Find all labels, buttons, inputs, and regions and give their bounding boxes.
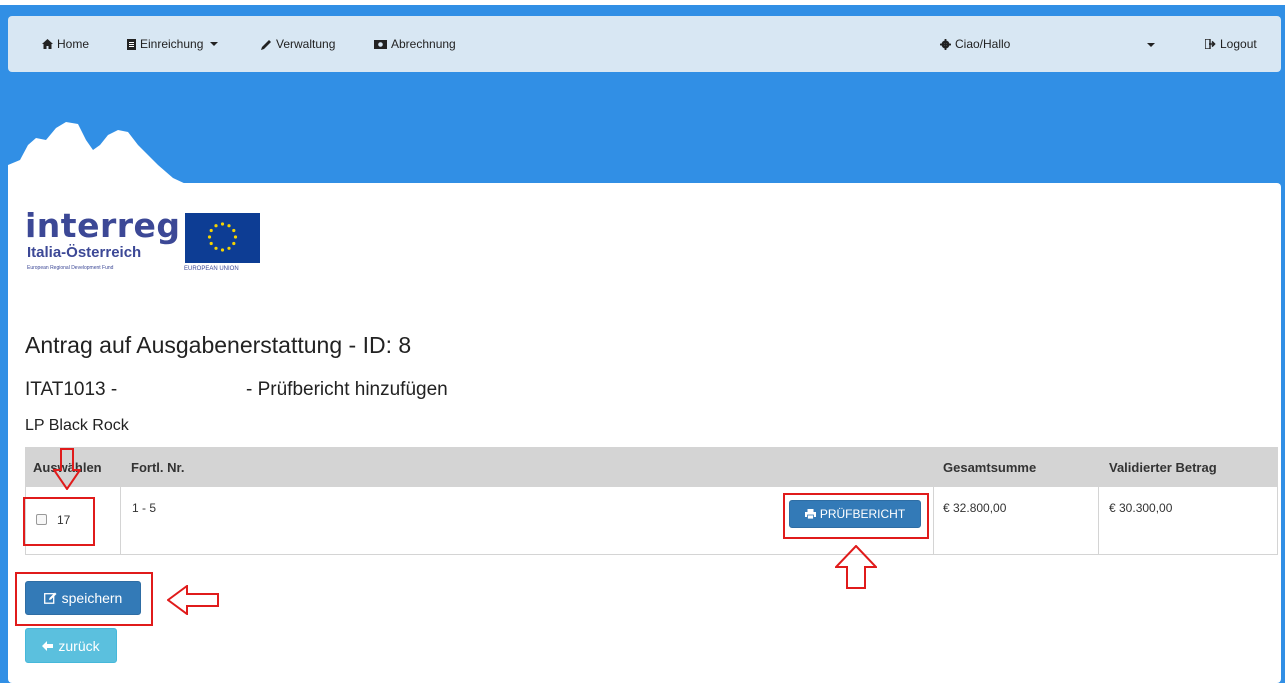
chevron-down-icon [210, 42, 219, 46]
pencil-icon [261, 39, 271, 50]
nav-verwaltung[interactable]: Verwaltung [261, 37, 335, 51]
logo-fund: European Regional Development Fund [27, 265, 114, 271]
money-icon [374, 39, 387, 49]
mountain-silhouette-icon [8, 122, 198, 190]
annotation-arrow-up-icon [835, 545, 877, 589]
nav-home-label: Home [57, 37, 90, 51]
home-icon [42, 39, 53, 49]
navbar: Home Einreichung Verwaltung Abrechnung C… [8, 16, 1281, 72]
back-label: zurück [58, 637, 100, 654]
column-divider [1098, 447, 1099, 555]
nav-logout[interactable]: Logout [1205, 37, 1257, 51]
nav-verwaltung-label: Verwaltung [276, 37, 336, 51]
column-header-gesamtsumme: Gesamtsumme [943, 460, 1037, 475]
nav-einreichung[interactable]: Einreichung [127, 37, 219, 51]
nav-abrechnung[interactable]: Abrechnung [374, 37, 456, 51]
nav-einreichung-label: Einreichung [140, 37, 204, 51]
partner-name: LP Black Rock [25, 417, 129, 434]
top-strip [0, 0, 1285, 8]
arrow-left-icon [42, 640, 54, 651]
column-divider [933, 447, 934, 555]
nav-abrechnung-label: Abrechnung [391, 37, 456, 51]
project-code: ITAT1013 - [25, 379, 118, 400]
page-title: Antrag auf Ausgabenerstattung - ID: 8 [25, 332, 412, 358]
annotation-arrow-down-icon [53, 448, 81, 490]
column-divider [120, 447, 121, 555]
document-icon [127, 38, 136, 50]
gear-icon [940, 38, 951, 50]
logout-icon [1205, 39, 1216, 49]
nav-logout-label: Logout [1220, 37, 1257, 51]
annotation-box-save [15, 572, 153, 626]
page-subtitle: - Prüfbericht hinzufügen [246, 379, 448, 400]
table-header [25, 447, 1278, 487]
annotation-arrow-left-icon [167, 585, 219, 615]
annotation-box-checkbox [23, 497, 95, 546]
user-dropdown-caret-icon[interactable] [1147, 43, 1155, 47]
back-button[interactable]: zurück [25, 628, 117, 663]
fortl-nr-value: 1 - 5 [132, 501, 157, 515]
table-row [25, 487, 1278, 555]
annotation-box-pruefbericht [783, 493, 929, 539]
validierter-betrag-value: € 30.300,00 [1109, 501, 1173, 515]
column-header-validierter-betrag: Validierter Betrag [1109, 460, 1217, 475]
nav-home[interactable]: Home [42, 37, 89, 51]
eu-label: EUROPEAN UNION [184, 266, 239, 272]
gesamtsumme-value: € 32.800,00 [943, 501, 1007, 515]
logo-program: Italia-Österreich [27, 244, 142, 261]
eu-flag-icon [185, 213, 260, 263]
interreg-logo: interreg Italia-Österreich European Regi… [25, 208, 265, 280]
column-header-fortl-nr: Fortl. Nr. [131, 460, 185, 475]
nav-user-label: Ciao/Hallo [955, 37, 1011, 51]
nav-user-menu[interactable]: Ciao/Hallo [940, 37, 1010, 51]
logo-wordmark: interreg [25, 206, 181, 245]
